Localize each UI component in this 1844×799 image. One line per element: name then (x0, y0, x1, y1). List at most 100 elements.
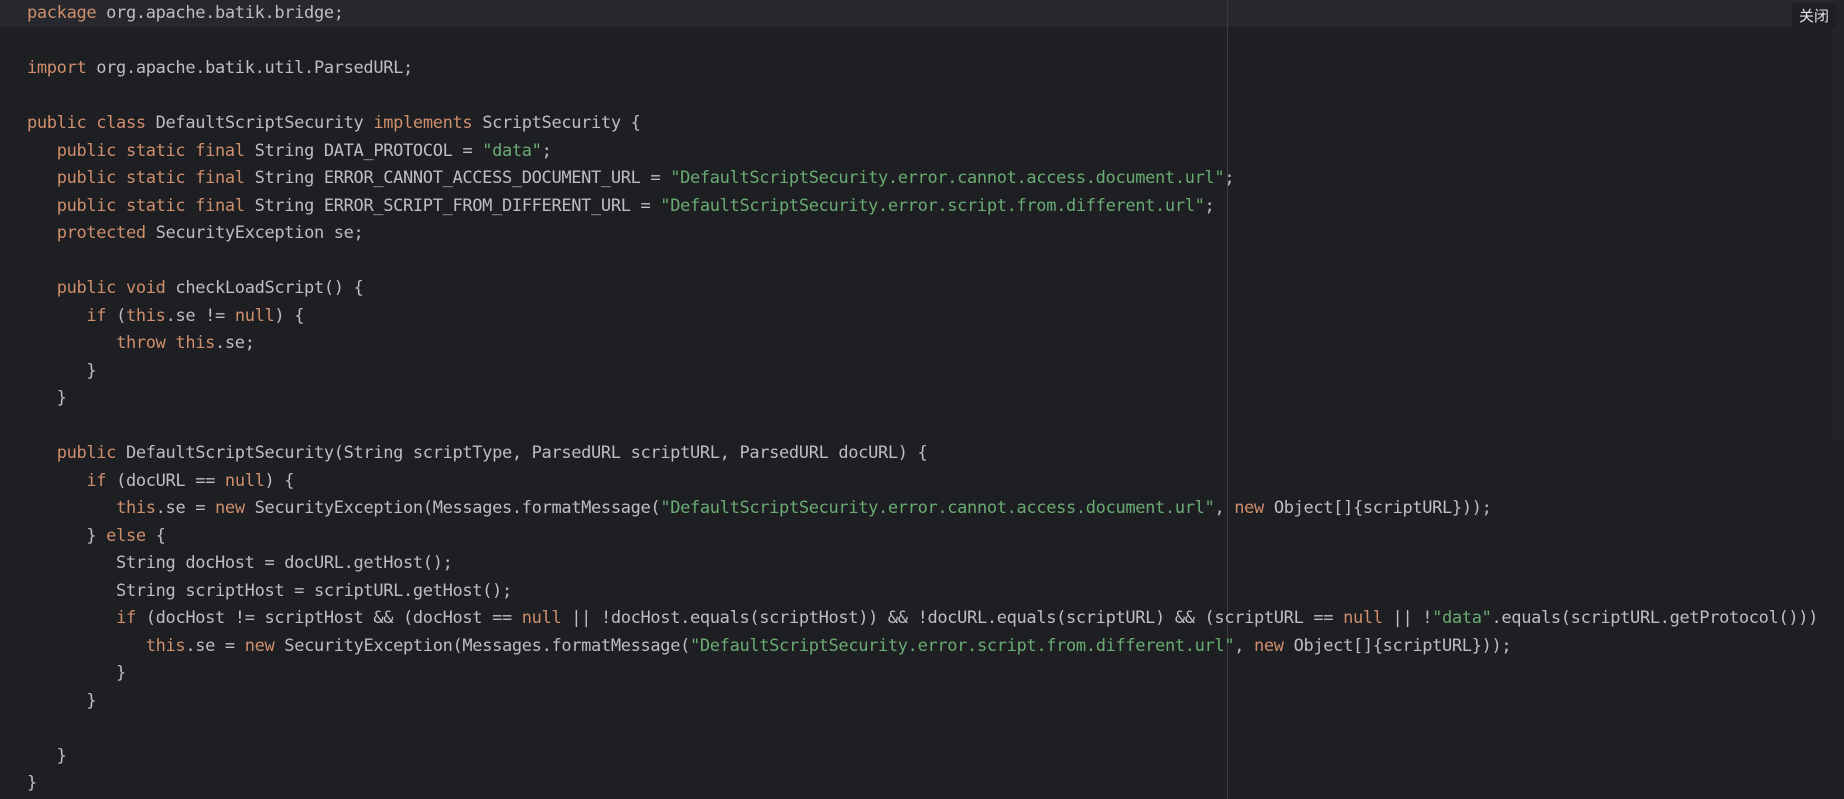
code-line[interactable]: public static final String ERROR_SCRIPT_… (27, 193, 1818, 221)
code-line[interactable]: } (27, 660, 1818, 688)
string-token: "DefaultScriptSecurity.error.cannot.acce… (660, 498, 1215, 518)
code-token: org.apache.batik.bridge; (96, 3, 344, 23)
keyword-token: public static final (56, 195, 245, 216)
vertical-scrollbar-track[interactable] (1832, 0, 1844, 440)
code-token: SecurityException(Messages.formatMessage… (244, 498, 661, 518)
code-token: SecurityException se; (145, 223, 364, 243)
code-line[interactable]: public static final String ERROR_CANNOT_… (27, 165, 1818, 193)
keyword-token: import (27, 58, 87, 78)
code-token: Object[]{scriptURL})); (1263, 498, 1492, 518)
keyword-token: throw this (116, 333, 216, 353)
string-token: "DefaultScriptSecurity.error.script.from… (690, 635, 1235, 656)
keyword-token: null (234, 305, 275, 326)
code-token: , (1214, 498, 1235, 518)
keyword-token: this (125, 305, 166, 326)
code-line[interactable] (27, 715, 1818, 743)
code-token: } (27, 388, 67, 408)
code-token: .se = (185, 635, 245, 656)
keyword-token: public static final (56, 168, 245, 188)
code-token: .se != (165, 305, 235, 326)
code-token: Object[]{scriptURL})); (1283, 635, 1512, 656)
code-line[interactable]: this.se = new SecurityException(Messages… (27, 495, 1818, 523)
code-token: String docHost = docURL.getHost(); (27, 553, 453, 573)
code-line[interactable]: protected SecurityException se; (27, 220, 1818, 248)
code-line[interactable] (27, 248, 1818, 276)
keyword-token: null (1343, 608, 1383, 628)
code-line[interactable]: } (27, 385, 1818, 413)
close-button[interactable]: 关闭 (1791, 3, 1836, 28)
code-content[interactable]: package org.apache.batik.bridge; import … (27, 0, 1818, 798)
code-line[interactable]: throw this.se; (27, 330, 1818, 358)
keyword-token: new (244, 635, 275, 656)
keyword-token: public class (27, 113, 146, 133)
code-token: String DATA_PROTOCOL = (244, 140, 483, 161)
code-token: (docHost != scriptHost && (docHost == (135, 608, 522, 628)
code-token: } (27, 690, 97, 711)
code-token: } (27, 663, 126, 683)
keyword-token: public static final (56, 140, 245, 161)
string-token: "DefaultScriptSecurity.error.script.from… (660, 195, 1205, 216)
keyword-token: new (215, 498, 245, 518)
keyword-token: this (145, 635, 186, 656)
keyword-token: if (86, 470, 107, 491)
code-token: ; (1224, 168, 1235, 188)
code-token: ; (541, 140, 552, 161)
code-line[interactable]: } (27, 743, 1818, 771)
code-token: DefaultScriptSecurity(String scriptType,… (116, 443, 928, 463)
code-token: String ERROR_CANNOT_ACCESS_DOCUMENT_URL … (244, 168, 671, 188)
code-token: ) { (274, 305, 305, 326)
code-line[interactable] (27, 28, 1818, 56)
code-line[interactable]: String docHost = docURL.getHost(); (27, 550, 1818, 578)
code-line[interactable]: if (this.se != null) { (27, 303, 1818, 331)
code-line[interactable]: import org.apache.batik.util.ParsedURL; (27, 55, 1818, 83)
code-line[interactable]: public static final String DATA_PROTOCOL… (27, 138, 1818, 166)
code-line[interactable]: this.se = new SecurityException(Messages… (27, 633, 1818, 661)
code-line[interactable]: package org.apache.batik.bridge; (27, 0, 1818, 28)
code-token: checkLoadScript() { (165, 278, 364, 298)
code-token: SecurityException(Messages.formatMessage… (274, 635, 690, 656)
keyword-token: if (86, 305, 107, 326)
code-token: String scriptHost = scriptURL.getHost(); (27, 580, 512, 601)
code-token: ( (106, 305, 126, 326)
keyword-token: else (106, 525, 146, 546)
code-token: (docURL == (106, 470, 225, 491)
code-line[interactable]: } (27, 770, 1818, 798)
keyword-token: new (1234, 498, 1264, 518)
code-token: org.apache.batik.util.ParsedURL; (86, 58, 413, 78)
keyword-token: public (56, 443, 117, 463)
code-token: , (1234, 635, 1255, 656)
code-editor[interactable]: package org.apache.batik.bridge; import … (0, 0, 1844, 799)
keyword-token: null (521, 608, 562, 628)
string-token: "DefaultScriptSecurity.error.cannot.acce… (670, 168, 1225, 188)
code-line[interactable]: if (docHost != scriptHost && (docHost ==… (27, 605, 1818, 633)
code-line[interactable]: String scriptHost = scriptURL.getHost(); (27, 578, 1818, 606)
keyword-token: new (1254, 635, 1284, 656)
code-token: ) { (264, 470, 295, 491)
code-token: || ! (1382, 608, 1433, 628)
code-token: } (27, 525, 107, 546)
code-line[interactable]: public class DefaultScriptSecurity imple… (27, 110, 1818, 138)
code-token: } (27, 745, 67, 766)
keyword-token: protected (56, 223, 146, 243)
code-line[interactable]: } (27, 358, 1818, 386)
code-line[interactable] (27, 413, 1818, 441)
code-line[interactable] (27, 83, 1818, 111)
string-token: "data" (482, 140, 542, 161)
code-line[interactable]: } else { (27, 523, 1818, 551)
code-line[interactable]: if (docURL == null) { (27, 468, 1818, 496)
keyword-token: null (224, 470, 265, 491)
code-line[interactable]: } (27, 688, 1818, 716)
keyword-token: implements (373, 113, 473, 133)
code-line[interactable]: public DefaultScriptSecurity(String scri… (27, 440, 1818, 468)
code-line[interactable]: public void checkLoadScript() { (27, 275, 1818, 303)
